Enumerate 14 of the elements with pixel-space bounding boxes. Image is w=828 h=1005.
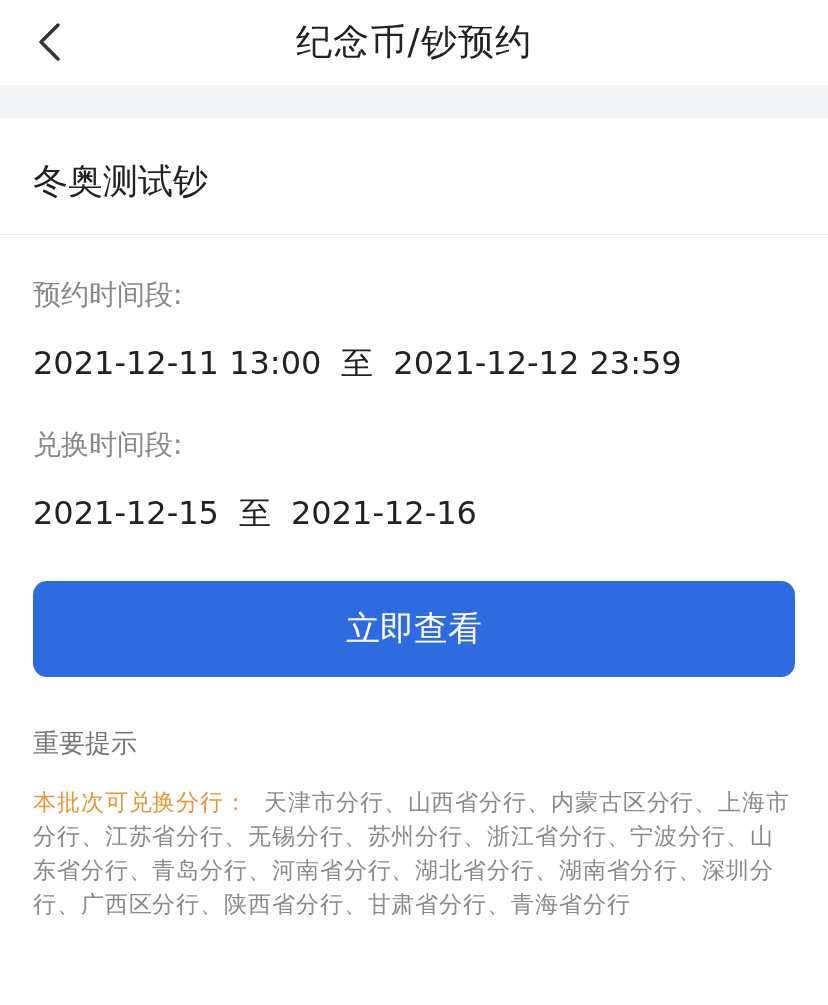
coin-title: 冬奥测试钞 (0, 118, 828, 235)
end-date: 2021-12-16 (290, 493, 477, 534)
branches-notice: 本批次可兑换分行： 天津市分行、山西省分行、内蒙古区分行、上海市分行、江苏省分行、无锡分行、苏州分行、浙江省分行、宁波分行、山东省分行、青岛分行、河南省分行、湖北省分行、湖南省分行、深圳分行、广西区分行、陕西省分行、甘肃省分行、青海省分行 (33, 788, 791, 919)
page-title: 纪念币/钞预约 (296, 20, 532, 64)
end-date: 2021-12-12 23:59 (393, 343, 682, 384)
view-now-button[interactable]: 立即查看 (33, 581, 795, 677)
period-label: 兑换时间段: (33, 427, 184, 463)
period-label: 预约时间段: (33, 277, 184, 313)
range-separator: 至 (238, 493, 271, 534)
back-icon[interactable] (36, 22, 62, 62)
start-date: 2021-12-11 13:00 (33, 343, 322, 384)
range-separator: 至 (341, 343, 374, 384)
notice-title: 重要提示 (33, 727, 138, 760)
start-date: 2021-12-15 (33, 493, 219, 534)
